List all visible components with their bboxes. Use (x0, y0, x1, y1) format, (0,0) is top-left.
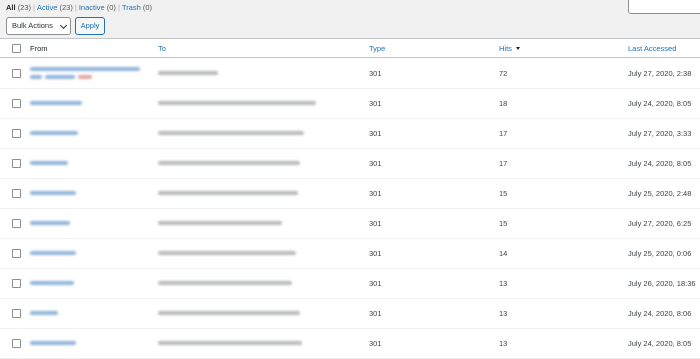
table-row: 301 14 July 25, 2020, 0:06 (0, 238, 700, 269)
table-row: 301 13 July 24, 2020, 8:05 (0, 328, 700, 359)
column-header-last-accessed[interactable]: Last Accessed (628, 44, 676, 53)
filter-inactive[interactable]: Inactive (0) (79, 3, 116, 12)
hit-count: 72 (499, 68, 508, 78)
last-accessed-date: July 25, 2020, 0:06 (628, 248, 692, 258)
filter-trash[interactable]: Trash (0) (122, 3, 152, 12)
redirect-type: 301 (369, 68, 382, 78)
row-checkbox[interactable] (12, 188, 21, 198)
row-checkbox[interactable] (12, 68, 21, 78)
redirect-type: 301 (369, 128, 382, 138)
column-header-type[interactable]: Type (369, 44, 385, 53)
redirect-to-url (158, 101, 316, 105)
redirects-table: From To Type Hits Last Accessed 301 72 Jul… (0, 38, 700, 359)
redirect-type: 301 (369, 158, 382, 168)
last-accessed-date: July 26, 2020, 18:36 (628, 278, 696, 288)
redirect-type: 301 (369, 188, 382, 198)
filter-active[interactable]: Active (23) (37, 3, 73, 12)
select-all-checkbox[interactable] (12, 43, 21, 53)
redirect-type: 301 (369, 308, 382, 318)
last-accessed-date: July 24, 2020, 8:05 (628, 98, 692, 108)
sort-descending-icon (515, 46, 520, 50)
redirect-from-url[interactable] (30, 251, 76, 255)
redirect-to-url (158, 281, 292, 285)
row-checkbox[interactable] (12, 158, 21, 168)
table-row: 301 13 July 24, 2020, 8:06 (0, 298, 700, 329)
row-checkbox[interactable] (12, 278, 21, 288)
row-checkbox[interactable] (12, 338, 21, 348)
row-checkbox[interactable] (12, 248, 21, 258)
table-row: 301 15 July 25, 2020, 2:48 (0, 178, 700, 209)
redirect-from-url[interactable] (30, 221, 70, 225)
row-checkbox[interactable] (12, 308, 21, 318)
chevron-down-icon (59, 21, 68, 30)
hit-count: 15 (499, 218, 508, 228)
redirect-type: 301 (369, 278, 382, 288)
last-accessed-date: July 27, 2020, 6:25 (628, 218, 692, 228)
redirect-from-url[interactable] (30, 101, 82, 105)
redirect-to-url (158, 161, 300, 165)
table-row: 301 17 July 27, 2020, 3:33 (0, 118, 700, 149)
last-accessed-date: July 24, 2020, 8:06 (628, 308, 692, 318)
redirect-to-url (158, 311, 300, 315)
apply-button[interactable]: Apply (75, 17, 105, 35)
table-row: 301 13 July 26, 2020, 18:36 (0, 268, 700, 299)
column-header-hits[interactable]: Hits (499, 44, 512, 53)
redirect-to-url (158, 251, 296, 255)
last-accessed-date: July 27, 2020, 2:38 (628, 68, 692, 78)
last-accessed-date: July 27, 2020, 3:33 (628, 128, 692, 138)
redirect-from-url[interactable] (30, 131, 78, 135)
redirect-from-url[interactable] (30, 311, 58, 315)
row-actions (30, 75, 140, 79)
row-checkbox[interactable] (12, 218, 21, 228)
row-checkbox[interactable] (12, 98, 21, 108)
row-checkbox[interactable] (12, 128, 21, 138)
last-accessed-date: July 24, 2020, 8:05 (628, 338, 692, 348)
search-input[interactable] (628, 0, 700, 14)
filter-all[interactable]: All (23) (6, 3, 31, 12)
redirect-type: 301 (369, 338, 382, 348)
hit-count: 13 (499, 338, 508, 348)
table-row: 301 17 July 24, 2020, 8:05 (0, 148, 700, 179)
redirect-to-url (158, 191, 298, 195)
column-header-from[interactable]: From (30, 44, 48, 53)
redirect-type: 301 (369, 98, 382, 108)
last-accessed-date: July 24, 2020, 8:05 (628, 158, 692, 168)
redirect-from-url[interactable] (30, 161, 68, 165)
redirect-type: 301 (369, 248, 382, 258)
status-filter-links: All (23) | Active (23) | Inactive (0) | Trash … (6, 3, 153, 12)
bulk-actions-select[interactable]: Bulk Actions (6, 17, 71, 35)
redirect-from-url[interactable] (30, 281, 74, 285)
redirect-to-url (158, 131, 304, 135)
bulk-actions-selected-value: Bulk Actions (12, 21, 53, 30)
redirect-from-url[interactable] (30, 341, 76, 345)
hit-count: 17 (499, 158, 508, 168)
hit-count: 15 (499, 188, 508, 198)
hit-count: 13 (499, 308, 508, 318)
hit-count: 13 (499, 278, 508, 288)
hit-count: 18 (499, 98, 508, 108)
redacted-from-text (30, 67, 140, 71)
redirect-to-url (158, 221, 282, 225)
hit-count: 14 (499, 248, 508, 258)
table-row: 301 72 July 27, 2020, 2:38 (0, 58, 700, 89)
last-accessed-date: July 25, 2020, 2:48 (628, 188, 692, 198)
table-row: 301 18 July 24, 2020, 8:05 (0, 88, 700, 119)
redirect-from-url[interactable] (30, 191, 76, 195)
redirect-to-url (158, 341, 302, 345)
redirect-to-url (158, 71, 218, 75)
table-row: 301 15 July 27, 2020, 6:25 (0, 208, 700, 239)
column-header-to[interactable]: To (158, 44, 166, 53)
redirect-from-url[interactable] (30, 67, 140, 79)
table-header-row: From To Type Hits Last Accessed (0, 39, 700, 58)
redirect-type: 301 (369, 218, 382, 228)
hit-count: 17 (499, 128, 508, 138)
